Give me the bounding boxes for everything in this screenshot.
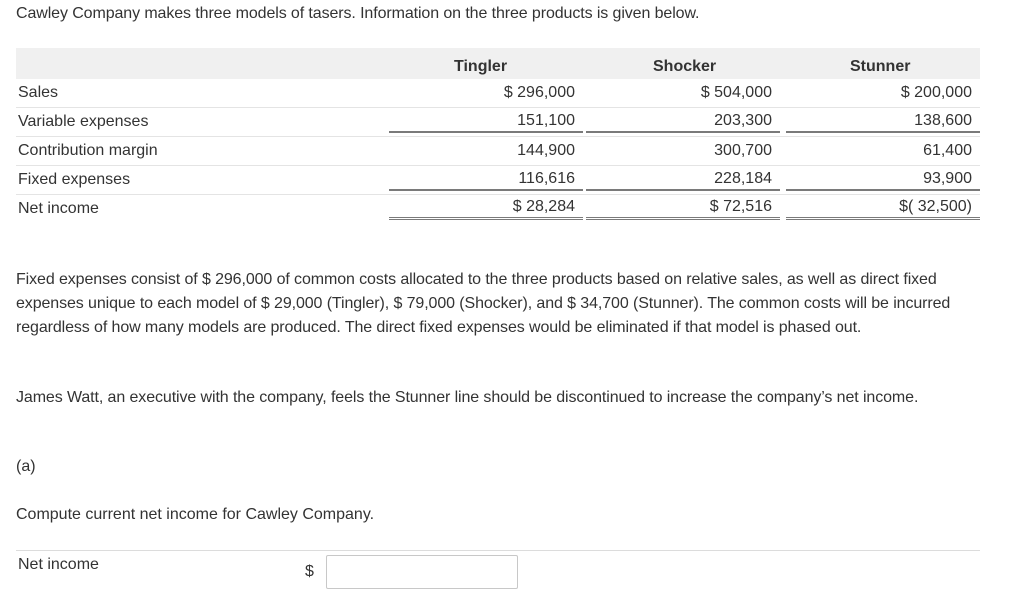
intro-text: Cawley Company makes three models of tas… bbox=[16, 5, 700, 22]
divider bbox=[16, 550, 980, 551]
net-income-label: Net income bbox=[18, 556, 99, 573]
part-a-label: (a) bbox=[16, 458, 36, 475]
cell-value: 116,616 bbox=[389, 170, 583, 191]
cell-value: 203,300 bbox=[586, 112, 780, 133]
header-stunner: Stunner bbox=[780, 48, 980, 79]
fixed-expenses-paragraph: Fixed expenses consist of $ 296,000 of c… bbox=[16, 271, 951, 336]
row-label: Net income bbox=[18, 200, 99, 217]
table-row-sales: Sales $ 296,000 $ 504,000 $ 200,000 bbox=[16, 79, 980, 108]
cell-value: $( 32,500) bbox=[786, 198, 980, 220]
header-shocker: Shocker bbox=[583, 48, 780, 79]
cell-value: $ 72,516 bbox=[586, 198, 780, 220]
row-label: Sales bbox=[16, 79, 386, 108]
row-label: Variable expenses bbox=[16, 107, 386, 137]
table-row-variable-expenses: Variable expenses 151,100 203,300 138,60… bbox=[16, 107, 980, 137]
cell-value: 93,900 bbox=[786, 170, 980, 191]
table-row-fixed-expenses: Fixed expenses 116,616 228,184 93,900 bbox=[16, 165, 980, 195]
cell-value: $ 504,000 bbox=[700, 84, 772, 101]
net-income-input[interactable] bbox=[326, 555, 518, 589]
header-tingler: Tingler bbox=[386, 48, 583, 79]
question-text: Compute current net income for Cawley Co… bbox=[16, 506, 375, 523]
table-row-contribution-margin: Contribution margin 144,900 300,700 61,4… bbox=[16, 136, 980, 166]
row-label: Contribution margin bbox=[16, 136, 386, 166]
cell-value: 138,600 bbox=[786, 112, 980, 133]
cell-value: 144,900 bbox=[517, 142, 575, 159]
cell-value: 228,184 bbox=[586, 170, 780, 191]
discontinue-paragraph: James Watt, an executive with the compan… bbox=[16, 389, 919, 406]
cell-value: $ 296,000 bbox=[503, 84, 575, 101]
row-label: Fixed expenses bbox=[16, 165, 386, 195]
table-header-row: Tingler Shocker Stunner bbox=[16, 48, 980, 79]
cell-value: 151,100 bbox=[389, 112, 583, 133]
product-income-table: Tingler Shocker Stunner Sales $ 296,000 … bbox=[16, 48, 980, 223]
cell-value: $ 200,000 bbox=[900, 84, 972, 101]
header-blank bbox=[16, 48, 386, 79]
cell-value: 300,700 bbox=[714, 142, 772, 159]
cell-value: 61,400 bbox=[923, 142, 972, 159]
cell-value: $ 28,284 bbox=[389, 198, 583, 220]
table-row-net-income: Net income $ 28,284 $ 72,516 $( 32,500) bbox=[16, 195, 980, 224]
currency-symbol: $ bbox=[305, 563, 314, 580]
